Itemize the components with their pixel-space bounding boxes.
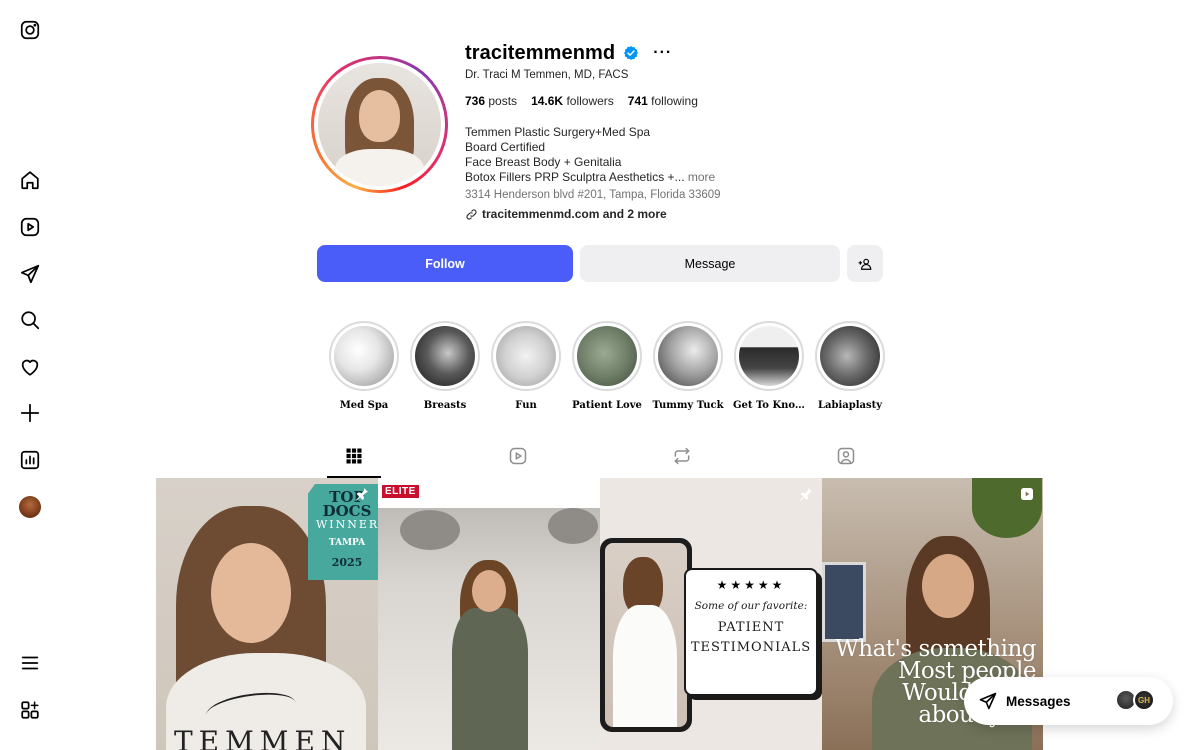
tab-tagged[interactable] — [819, 446, 873, 478]
bio-line: Board Certified — [465, 140, 546, 154]
posts-label: posts — [488, 94, 518, 108]
highlight-fun[interactable]: Fun — [490, 321, 562, 411]
profile-picture[interactable] — [311, 56, 448, 193]
profile-photo — [318, 63, 441, 186]
highlight-cover — [658, 326, 718, 386]
follow-button[interactable]: Follow — [317, 245, 573, 282]
verified-badge-icon — [624, 46, 639, 60]
username-row: tracitemmenmd ··· — [465, 40, 672, 66]
profile-tabs — [0, 440, 1200, 478]
profile-stats: 736 posts 14.6K followers 741 following — [465, 94, 698, 108]
testimonial-card: ★★★★★ Some of our favorite: PATIENT TEST… — [684, 568, 818, 696]
heart-icon[interactable] — [18, 355, 42, 379]
badge-year: 2025 — [331, 556, 363, 569]
address[interactable]: 3314 Henderson blvd #201, Tampa, Florida… — [465, 189, 721, 201]
post-tile[interactable]: ★★★★★ Some of our favorite: PATIENT TEST… — [600, 478, 822, 750]
highlight-get-to-know[interactable]: Get To Kno... — [733, 321, 805, 411]
direct-send-icon — [979, 692, 997, 710]
highlight-cover — [739, 326, 799, 386]
sidebar — [0, 0, 60, 750]
bio-line: Botox Fillers PRP Sculptra Aesthetics +.… — [465, 170, 685, 184]
badge-city: TAMPA — [328, 538, 366, 548]
highlight-cover — [577, 326, 637, 386]
highlight-label: Patient Love — [572, 400, 642, 411]
messages-button[interactable]: Messages GH — [964, 677, 1173, 725]
reels-icon[interactable] — [18, 215, 42, 239]
profile-avatar[interactable] — [18, 495, 42, 519]
post-tile[interactable]: TOP DOCS WINNER TAMPA 2025 TEMMEN — [156, 478, 378, 750]
add-user-icon — [858, 258, 872, 270]
home-icon[interactable] — [18, 168, 42, 192]
apps-icon[interactable] — [18, 698, 42, 722]
highlight-cover — [415, 326, 475, 386]
message-button[interactable]: Message — [580, 245, 840, 282]
phone-mockup — [600, 538, 692, 732]
highlight-cover — [820, 326, 880, 386]
posts-count: 736 — [465, 94, 486, 108]
bio-more-link[interactable]: more — [688, 170, 715, 184]
instagram-logo-icon[interactable] — [18, 18, 42, 42]
elite-logo: ELITE — [382, 485, 419, 498]
bio-line: Face Breast Body + Genitalia — [465, 155, 622, 169]
menu-icon[interactable] — [18, 651, 42, 675]
link-text: tracitemmenmd.com and 2 more — [482, 207, 667, 221]
highlight-label: Med Spa — [339, 400, 389, 411]
tab-reels[interactable] — [491, 446, 545, 478]
more-options-icon[interactable]: ··· — [647, 45, 672, 61]
messages-label: Messages — [1006, 693, 1071, 709]
highlight-label: Breasts — [423, 400, 467, 411]
bio: Temmen Plastic Surgery+Med Spa Board Cer… — [465, 125, 715, 185]
highlight-med-spa[interactable]: Med Spa — [328, 321, 400, 411]
wall-frame — [822, 562, 866, 642]
surgical-lamp — [548, 508, 598, 544]
tagged-icon — [837, 447, 855, 465]
reel-indicator-icon — [1019, 486, 1035, 502]
full-name: Dr. Traci M Temmen, MD, FACS — [465, 69, 629, 81]
followers-count: 14.6K — [531, 94, 564, 108]
plus-icon[interactable] — [18, 401, 42, 425]
following-label: following — [651, 94, 698, 108]
highlight-breasts[interactable]: Breasts — [409, 321, 481, 411]
suggest-people-button[interactable] — [847, 245, 883, 282]
highlight-labiaplasty[interactable]: Labiaplasty — [814, 321, 886, 411]
highlight-label: Fun — [515, 400, 537, 411]
search-icon[interactable] — [18, 308, 42, 332]
bio-line-last: Botox Fillers PRP Sculptra Aesthetics +.… — [465, 170, 715, 185]
followers-label: followers — [566, 94, 614, 108]
badge-winner: WINNER — [316, 518, 378, 531]
avatar: GH — [1133, 689, 1155, 711]
bio-line: Temmen Plastic Surgery+Med Spa — [465, 125, 651, 139]
highlight-label: Labiaplasty — [817, 400, 883, 411]
reels-tab-icon — [509, 447, 527, 465]
link-icon — [466, 208, 477, 220]
tab-reposts[interactable] — [655, 446, 709, 478]
card-title-line: TESTIMONIALS — [690, 640, 812, 655]
surgical-lamp — [400, 510, 460, 550]
highlight-tummy-tuck[interactable]: Tummy Tuck — [652, 321, 724, 411]
card-subtitle: Some of our favorite: — [694, 600, 808, 612]
post-tile[interactable]: ELITE — [378, 478, 600, 750]
following-stat[interactable]: 741 following — [628, 94, 698, 108]
profile-links[interactable]: tracitemmenmd.com and 2 more — [465, 207, 667, 221]
tab-posts[interactable] — [327, 446, 381, 478]
posts-grid-icon — [346, 448, 362, 464]
reposts-icon — [674, 447, 690, 465]
followers-stat[interactable]: 14.6K followers — [531, 94, 614, 108]
caption-line: What's something — [835, 636, 1036, 662]
posts-stat: 736 posts — [465, 94, 517, 108]
highlight-cover — [334, 326, 394, 386]
highlight-label: Tummy Tuck — [652, 400, 724, 411]
pinned-icon — [798, 486, 814, 502]
highlight-label: Get To Kno... — [733, 400, 805, 411]
message-avatars: GH — [1115, 689, 1159, 713]
username: tracitemmenmd — [465, 41, 616, 64]
brand-wordmark: TEMMEN — [174, 725, 352, 750]
rating-stars: ★★★★★ — [716, 578, 786, 592]
pinned-icon — [354, 486, 370, 502]
card-title-line: PATIENT — [717, 620, 785, 635]
highlight-cover — [496, 326, 556, 386]
direct-send-icon[interactable] — [18, 262, 42, 286]
highlight-patient-love[interactable]: Patient Love — [571, 321, 643, 411]
following-count: 741 — [627, 94, 648, 108]
